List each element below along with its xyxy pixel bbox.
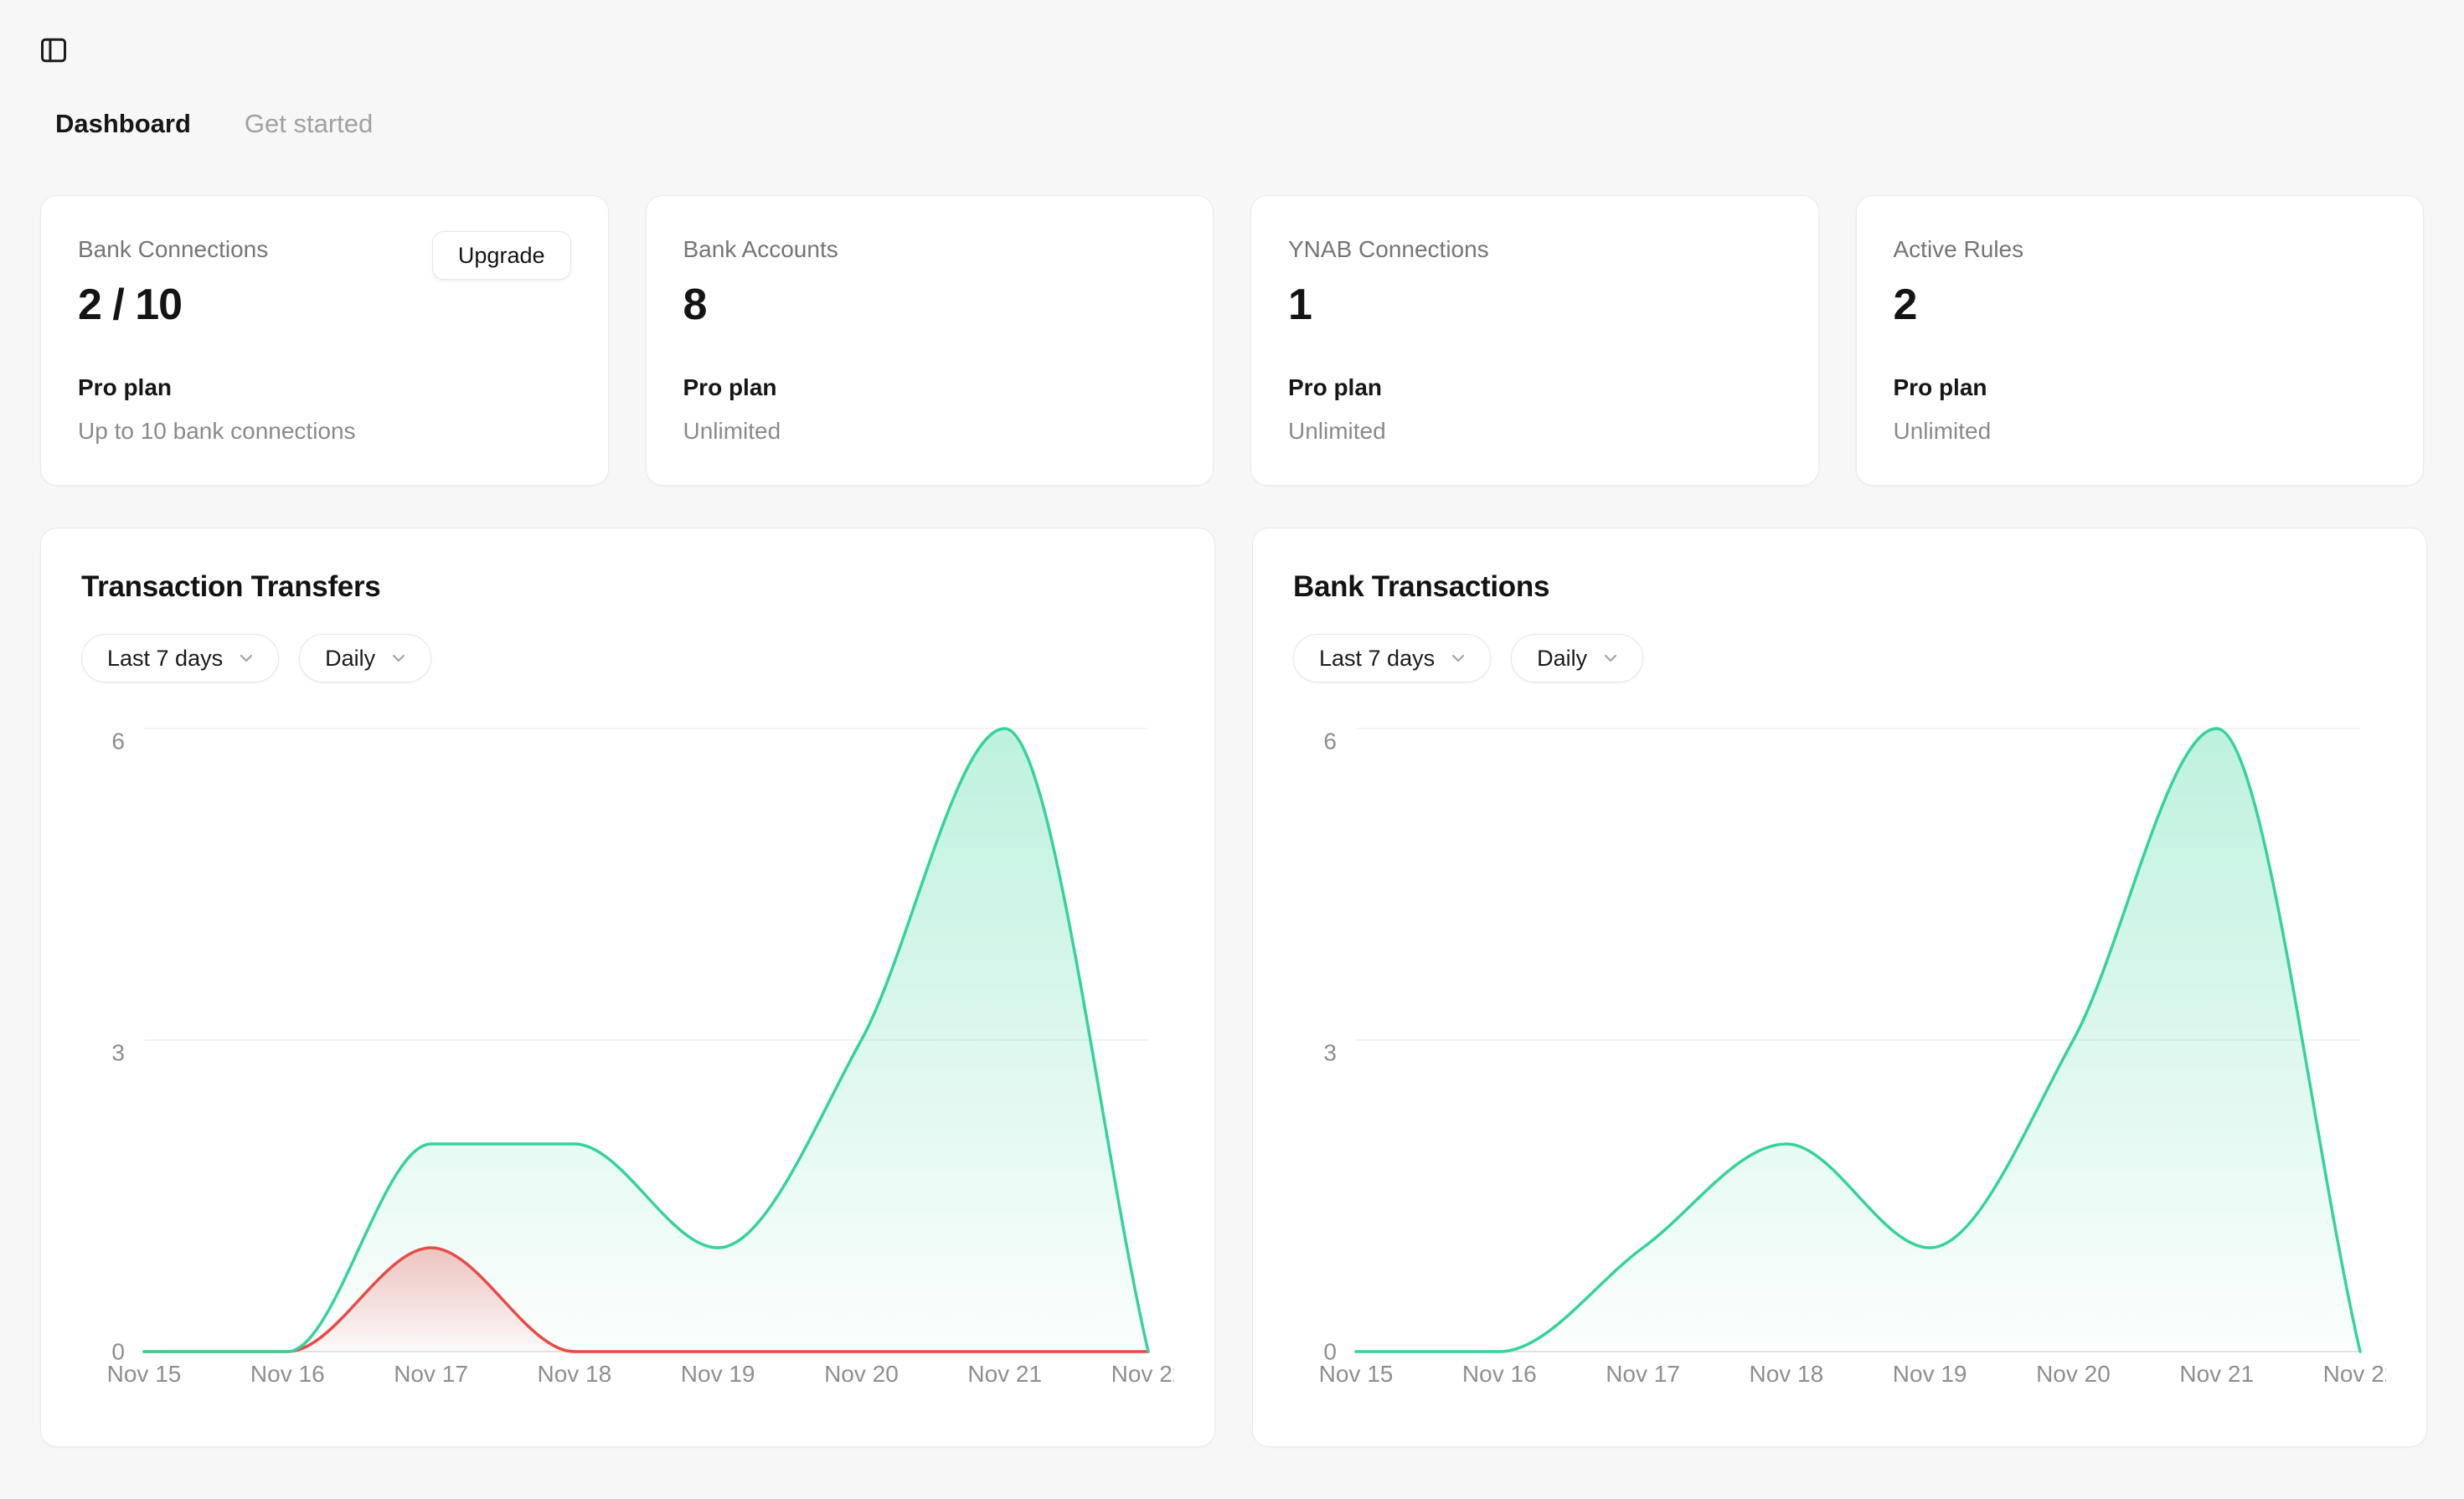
svg-text:Nov 20: Nov 20: [824, 1361, 899, 1387]
svg-text:Nov 22: Nov 22: [2323, 1361, 2386, 1387]
chevron-down-icon: [389, 648, 409, 668]
stat-label: Bank Accounts: [683, 236, 1177, 263]
stat-value: 1: [1288, 280, 1781, 330]
stat-value: 2 / 10: [78, 280, 571, 330]
sidebar-toggle-button[interactable]: [34, 30, 74, 70]
svg-text:Nov 17: Nov 17: [1606, 1361, 1680, 1387]
tab-bar: Dashboard Get started: [55, 106, 373, 142]
svg-text:6: 6: [1323, 729, 1337, 755]
plan-info: Pro plan Unlimited: [683, 374, 781, 445]
svg-text:Nov 18: Nov 18: [537, 1361, 611, 1387]
stat-card-bank-accounts: Bank Accounts 8 Pro plan Unlimited: [646, 195, 1214, 486]
stat-card-active-rules: Active Rules 2 Pro plan Unlimited: [1856, 195, 2425, 486]
range-filter-dropdown[interactable]: Last 7 days: [1293, 634, 1491, 683]
stat-value: 8: [683, 280, 1177, 330]
tab-get-started[interactable]: Get started: [245, 106, 373, 142]
chart-card-bank-transactions: Bank Transactions Last 7 days Daily 036N…: [1252, 528, 2427, 1447]
interval-filter-value: Daily: [1537, 646, 1587, 672]
svg-text:Nov 20: Nov 20: [2036, 1361, 2111, 1387]
panel-left-icon: [39, 35, 69, 65]
svg-text:Nov 22: Nov 22: [1111, 1361, 1174, 1387]
stat-card-bank-connections: Bank Connections Upgrade 2 / 10 Pro plan…: [40, 195, 609, 486]
plan-detail: Unlimited: [683, 418, 781, 445]
area-chart-bank-transactions: 036Nov 15Nov 16Nov 17Nov 18Nov 19Nov 20N…: [1293, 700, 2386, 1404]
interval-filter-dropdown[interactable]: Daily: [299, 634, 431, 683]
range-filter-dropdown[interactable]: Last 7 days: [81, 634, 279, 683]
chevron-down-icon: [1601, 648, 1621, 668]
svg-text:Nov 15: Nov 15: [1319, 1361, 1394, 1387]
chart-filters: Last 7 days Daily: [81, 634, 1174, 683]
svg-text:Nov 19: Nov 19: [681, 1361, 755, 1387]
stats-row: Bank Connections Upgrade 2 / 10 Pro plan…: [40, 195, 2424, 486]
chart-title: Bank Transactions: [1293, 570, 2386, 604]
stat-label: Active Rules: [1894, 236, 2387, 263]
stat-label: YNAB Connections: [1288, 236, 1781, 263]
plan-detail: Up to 10 bank connections: [78, 418, 356, 445]
svg-text:Nov 17: Nov 17: [394, 1361, 468, 1387]
svg-text:Nov 18: Nov 18: [1749, 1361, 1823, 1387]
plan-info: Pro plan Unlimited: [1894, 374, 1992, 445]
chevron-down-icon: [1448, 648, 1468, 668]
tab-dashboard[interactable]: Dashboard: [55, 106, 191, 142]
range-filter-value: Last 7 days: [1319, 646, 1435, 672]
stat-card-ynab-connections: YNAB Connections 1 Pro plan Unlimited: [1250, 195, 1819, 486]
svg-text:Nov 16: Nov 16: [1462, 1361, 1537, 1387]
plan-detail: Unlimited: [1288, 418, 1386, 445]
svg-text:Nov 19: Nov 19: [1893, 1361, 1967, 1387]
range-filter-value: Last 7 days: [107, 646, 223, 672]
svg-text:3: 3: [1323, 1040, 1337, 1066]
chevron-down-icon: [236, 648, 256, 668]
chart-filters: Last 7 days Daily: [1293, 634, 2386, 683]
plan-name: Pro plan: [78, 374, 356, 401]
svg-text:Nov 15: Nov 15: [107, 1361, 182, 1387]
plan-detail: Unlimited: [1894, 418, 1992, 445]
svg-text:Nov 21: Nov 21: [967, 1361, 1042, 1387]
plan-name: Pro plan: [1894, 374, 1992, 401]
chart-title: Transaction Transfers: [81, 570, 1174, 604]
plan-info: Pro plan Up to 10 bank connections: [78, 374, 356, 445]
upgrade-button[interactable]: Upgrade: [432, 231, 571, 280]
plan-name: Pro plan: [1288, 374, 1386, 401]
interval-filter-value: Daily: [325, 646, 375, 672]
interval-filter-dropdown[interactable]: Daily: [1511, 634, 1643, 683]
plan-info: Pro plan Unlimited: [1288, 374, 1386, 445]
plan-name: Pro plan: [683, 374, 781, 401]
area-chart-transaction-transfers: 036Nov 15Nov 16Nov 17Nov 18Nov 19Nov 20N…: [81, 700, 1174, 1404]
svg-text:Nov 16: Nov 16: [250, 1361, 325, 1387]
charts-row: Transaction Transfers Last 7 days Daily …: [40, 528, 2424, 1447]
stat-value: 2: [1894, 280, 2387, 330]
svg-text:3: 3: [111, 1040, 125, 1066]
chart-card-transaction-transfers: Transaction Transfers Last 7 days Daily …: [40, 528, 1215, 1447]
svg-text:Nov 21: Nov 21: [2179, 1361, 2254, 1387]
svg-text:6: 6: [111, 729, 125, 755]
